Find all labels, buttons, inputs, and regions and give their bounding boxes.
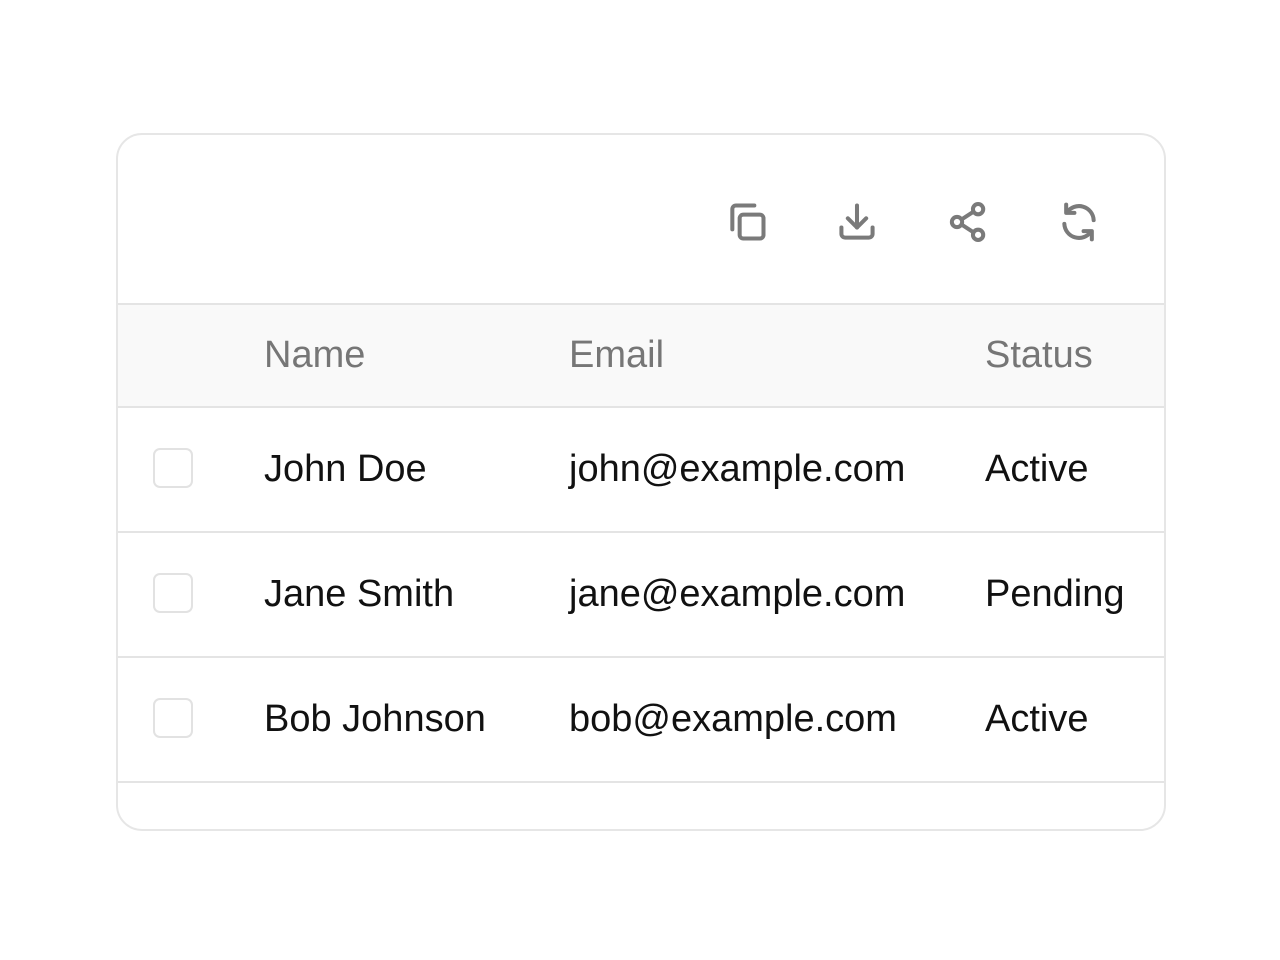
share-button[interactable] bbox=[945, 199, 991, 245]
share-icon bbox=[949, 202, 986, 242]
row-checkbox[interactable] bbox=[153, 448, 193, 488]
table-row[interactable]: Jane Smith jane@example.com Pending bbox=[118, 533, 1164, 658]
cell-email: john@example.com bbox=[569, 448, 906, 490]
cell-status: Active bbox=[985, 448, 1089, 490]
cell-email: bob@example.com bbox=[569, 698, 897, 740]
cell-status: Pending bbox=[985, 573, 1125, 615]
copy-button[interactable] bbox=[724, 199, 770, 245]
table-header: Name Email Status bbox=[118, 305, 1164, 408]
table-row[interactable]: John Doe john@example.com Active bbox=[118, 408, 1164, 533]
refresh-button[interactable] bbox=[1056, 199, 1102, 245]
column-header-name[interactable]: Name bbox=[264, 305, 365, 406]
table-row[interactable]: Bob Johnson bob@example.com Active bbox=[118, 658, 1164, 783]
column-header-status[interactable]: Status bbox=[985, 305, 1093, 406]
row-checkbox[interactable] bbox=[153, 573, 193, 613]
download-button[interactable] bbox=[834, 199, 880, 245]
refresh-icon bbox=[1062, 202, 1096, 242]
row-checkbox[interactable] bbox=[153, 698, 193, 738]
cell-name: John Doe bbox=[264, 448, 427, 490]
column-header-email[interactable]: Email bbox=[569, 305, 664, 406]
copy-icon bbox=[730, 203, 766, 241]
download-icon bbox=[839, 203, 875, 240]
data-table-card: Name Email Status John Doe john@example.… bbox=[116, 133, 1166, 831]
table-toolbar bbox=[118, 135, 1164, 305]
cell-name: Bob Johnson bbox=[264, 698, 486, 740]
cell-status: Active bbox=[985, 698, 1089, 740]
cell-email: jane@example.com bbox=[569, 573, 906, 615]
cell-name: Jane Smith bbox=[264, 573, 455, 615]
